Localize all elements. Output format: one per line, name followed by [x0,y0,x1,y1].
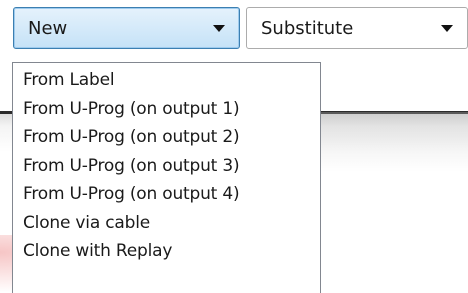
chevron-down-icon [441,24,453,32]
new-dropdown-value: New [28,17,68,39]
background-shadow [318,112,468,293]
substitute-dropdown-value: Substitute [261,17,354,39]
menu-item-clone-with-replay[interactable]: Clone with Replay [13,237,320,266]
new-dropdown-menu: From Label From U-Prog (on output 1) Fro… [12,62,321,293]
menu-item-from-uprog-output-3[interactable]: From U-Prog (on output 3) [13,152,320,181]
substitute-dropdown[interactable]: Substitute [246,7,468,49]
menu-item-from-label[interactable]: From Label [13,66,320,95]
menu-item-clone-via-cable[interactable]: Clone via cable [13,209,320,238]
menu-item-from-uprog-output-2[interactable]: From U-Prog (on output 2) [13,123,320,152]
chevron-down-icon [213,24,225,32]
menu-item-from-uprog-output-1[interactable]: From U-Prog (on output 1) [13,95,320,124]
menu-item-from-uprog-output-4[interactable]: From U-Prog (on output 4) [13,180,320,209]
new-dropdown[interactable]: New [13,7,240,49]
